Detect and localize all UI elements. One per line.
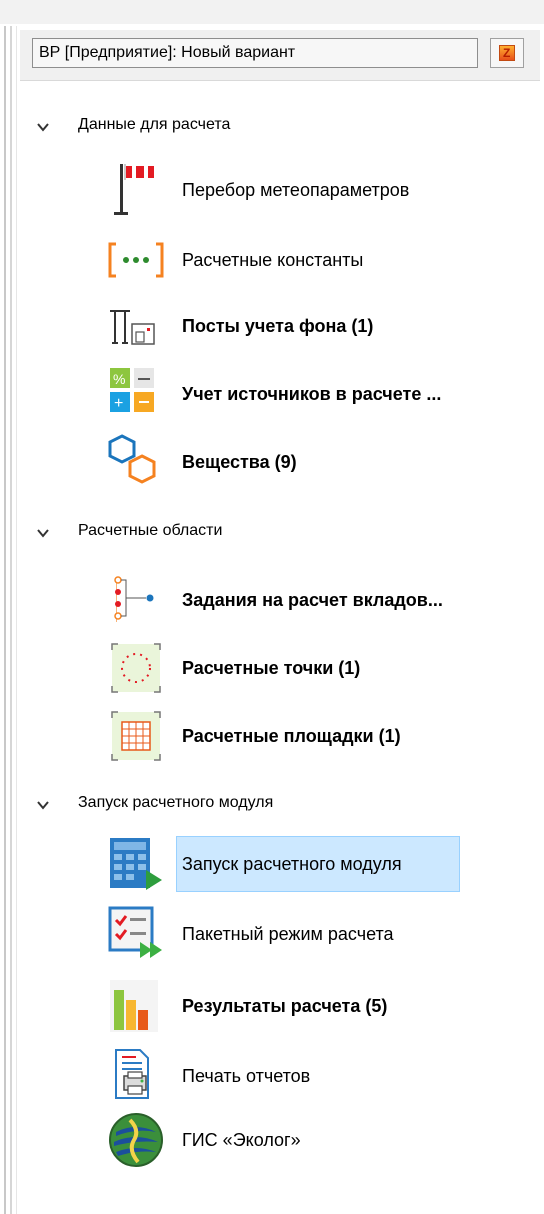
tree-item-label: Учет источников в расчете ... [182,384,442,404]
contribution-tasks-icon [114,576,154,622]
weather-vane-icon [114,164,154,215]
calculation-areas-icon [111,711,161,761]
group-header-run[interactable]: Запуск расчетного модуля [78,794,273,812]
chevron-down-icon[interactable] [36,120,50,134]
tree-item-label: Задания на расчет вкладов... [182,590,443,610]
variant-header: ВР [Предприятие]: Новый вариант Z [20,30,540,81]
refresh-icon: Z [499,45,515,61]
group-header-data[interactable]: Данные для расчета [78,116,230,134]
chevron-down-icon[interactable] [36,798,50,812]
tree-item-label: ГИС «Эколог» [182,1130,301,1150]
gis-ecolog-icon [109,1113,163,1167]
tree-item-label: Посты учета фона (1) [182,316,374,336]
svg-text:+: + [114,395,123,412]
calculation-points-icon [111,643,161,693]
panel-frame-line [10,26,12,1214]
constants-icon [108,242,164,278]
top-strip [0,0,544,24]
run-module-icon [110,838,162,890]
substances-icon [108,434,156,484]
tree-item-label: Расчетные константы [182,250,364,270]
tree-item-label: Расчетные точки (1) [182,658,361,678]
tree-item-label: Вещества (9) [182,452,297,472]
results-chart-icon [110,980,158,1032]
chevron-down-icon[interactable] [36,526,50,540]
variant-selector[interactable]: ВР [Предприятие]: Новый вариант [32,38,478,68]
tree-item-label: Результаты расчета (5) [182,996,388,1016]
tree-item-label: Запуск расчетного модуля [182,854,402,874]
tree-item-label: Печать отчетов [182,1066,311,1086]
sources-accounting-icon: % + [110,368,154,412]
tree-item-label: Пакетный режим расчета [182,924,394,944]
tree-item-label: Перебор метеопараметров [182,180,410,200]
background-post-icon [110,310,155,345]
batch-mode-icon [108,906,162,958]
svg-text:%: % [113,371,125,387]
tree-item-label: Расчетные площадки (1) [182,726,401,746]
print-reports-icon [115,1049,149,1099]
panel-frame-line [16,26,17,1214]
refresh-button[interactable]: Z [490,38,524,68]
group-header-areas[interactable]: Расчетные области [78,522,222,540]
panel-frame-line [4,26,6,1214]
